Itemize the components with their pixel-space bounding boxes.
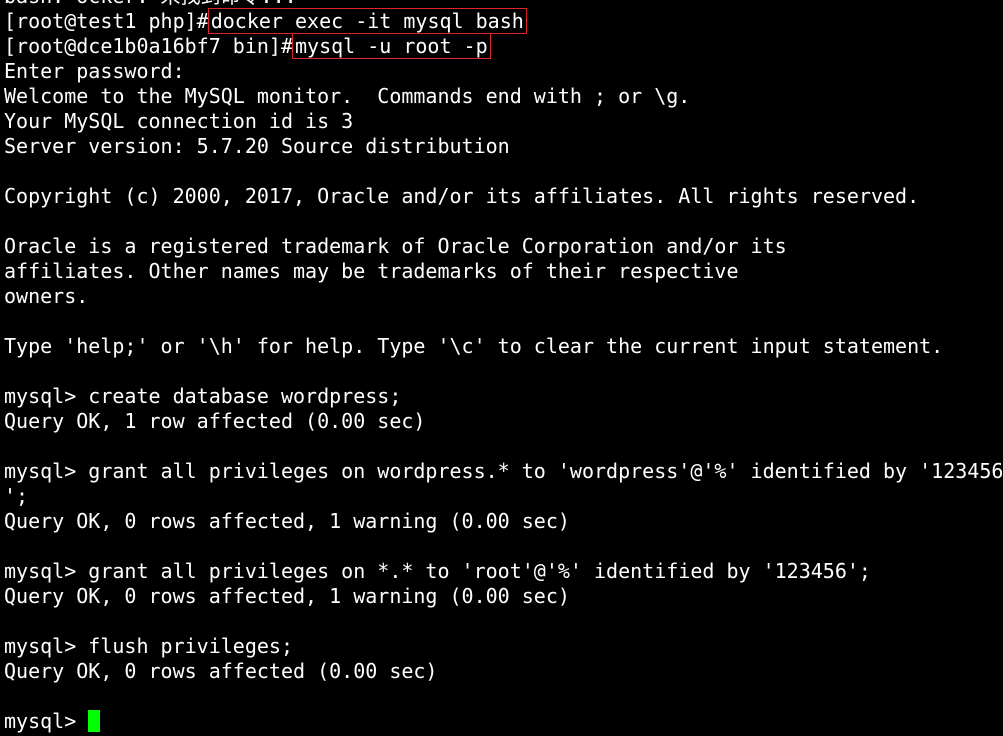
highlighted-command: mysql -u root -p bbox=[291, 33, 491, 59]
terminal-line: Copyright (c) 2000, 2017, Oracle and/or … bbox=[4, 184, 920, 208]
terminal-line: owners. bbox=[4, 284, 89, 308]
terminal-line: [root@dce1b0a16bf7 bin]# mysql -u root -p bbox=[4, 33, 1003, 59]
terminal-line: bash: ocker: 未找到命令... bbox=[4, 0, 1003, 9]
input-line[interactable]: mysql> bbox=[4, 709, 1003, 734]
shell-prompt: [root@test1 php]# bbox=[4, 9, 209, 33]
terminal-line: Type 'help;' or '\h' for help. Type '\c'… bbox=[4, 334, 944, 358]
terminal-line: '; bbox=[4, 484, 29, 508]
terminal-line: Server version: 5.7.20 Source distributi… bbox=[4, 134, 510, 158]
terminal-line: Query OK, 1 row affected (0.00 sec) bbox=[4, 409, 426, 433]
terminal-line: Enter password: bbox=[4, 59, 185, 83]
terminal-line: mysql> flush privileges; bbox=[4, 634, 293, 658]
terminal-output[interactable]: bash: ocker: 未找到命令...[root@test1 php]#do… bbox=[4, 0, 1003, 734]
mysql-prompt: mysql> bbox=[4, 709, 89, 733]
terminal-line: mysql> grant all privileges on *.* to 'r… bbox=[4, 559, 871, 583]
cursor bbox=[88, 710, 101, 732]
terminal-line: [root@test1 php]# docker exec -it mysql b… bbox=[4, 8, 1003, 34]
terminal-line: Your MySQL connection id is 3 bbox=[4, 109, 354, 133]
terminal-line: mysql> create database wordpress; bbox=[4, 384, 402, 408]
terminal-line: Oracle is a registered trademark of Orac… bbox=[4, 234, 787, 258]
shell-prompt: [root@dce1b0a16bf7 bin]# bbox=[4, 34, 293, 58]
terminal-line: Welcome to the MySQL monitor. Commands e… bbox=[4, 84, 691, 108]
terminal-line: mysql> grant all privileges on wordpress… bbox=[4, 459, 1003, 483]
highlighted-command: docker exec -it mysql bash bbox=[207, 8, 527, 34]
terminal-line: Query OK, 0 rows affected, 1 warning (0.… bbox=[4, 584, 570, 608]
terminal-line: Query OK, 0 rows affected (0.00 sec) bbox=[4, 659, 438, 683]
terminal-line: Query OK, 0 rows affected, 1 warning (0.… bbox=[4, 509, 570, 533]
terminal-line: affiliates. Other names may be trademark… bbox=[4, 259, 739, 283]
